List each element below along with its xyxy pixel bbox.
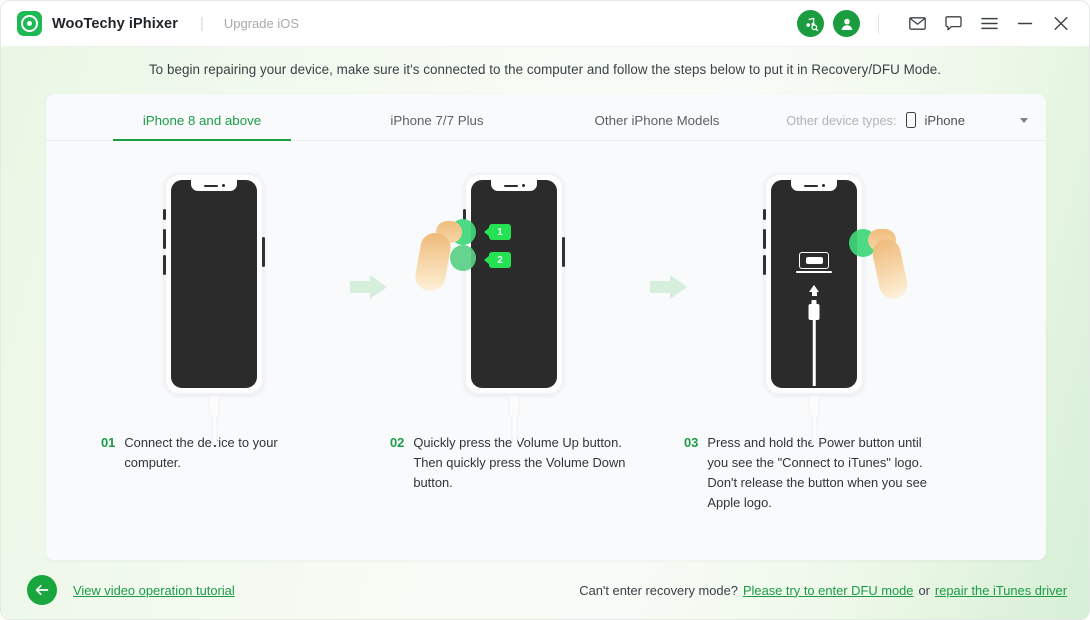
step-3-text: Press and hold the Power button until yo… — [707, 435, 927, 510]
back-arrow-icon[interactable] — [27, 575, 57, 605]
titlebar-actions — [788, 10, 1075, 38]
brand-area: WooTechy iPhixer | Upgrade iOS — [17, 11, 299, 36]
phixer-logo-icon — [17, 11, 42, 36]
steps-card: iPhone 8 and above iPhone 7/7 Plus Other… — [46, 94, 1046, 560]
upload-arrow-icon — [809, 285, 819, 296]
step-1: 01 Connect the device to your computer. — [64, 163, 387, 559]
chat-icon[interactable] — [939, 10, 967, 38]
device-type-selector[interactable]: Other device types: iPhone — [786, 112, 1046, 140]
step-3: 03 Press and hold the Power button until… — [664, 163, 964, 559]
lightning-cable-icon — [508, 395, 521, 445]
app-subtitle: Upgrade iOS — [223, 16, 300, 31]
dfu-mode-link[interactable]: Please try to enter DFU mode — [743, 583, 914, 598]
title-bar: WooTechy iPhixer | Upgrade iOS — [1, 1, 1089, 47]
volume-down-badge: 2 — [484, 252, 511, 268]
device-tabs: iPhone 8 and above iPhone 7/7 Plus Other… — [46, 94, 1046, 141]
cable-wire-graphic — [812, 320, 816, 386]
step-1-text: Connect the device to your computer. — [124, 435, 278, 470]
minimize-icon[interactable] — [1011, 10, 1039, 38]
title-separator: | — [199, 15, 204, 32]
step-2-illustration: 1 2 — [364, 163, 687, 445]
tab-other-iphone-models[interactable]: Other iPhone Models — [557, 113, 757, 140]
device-type-value: iPhone — [924, 112, 965, 128]
or-text: or — [918, 582, 930, 598]
titlebar-divider — [878, 13, 879, 34]
device-type-label: Other device types: — [786, 112, 897, 128]
video-tutorial-link[interactable]: View video operation tutorial — [73, 583, 235, 598]
tab-iphone-7-7-plus[interactable]: iPhone 7/7 Plus — [337, 113, 537, 140]
repair-itunes-driver-link[interactable]: repair the iTunes driver — [935, 583, 1067, 598]
volume-up-badge: 1 — [484, 224, 511, 240]
iphone-graphic — [163, 173, 265, 395]
hamburger-menu-icon[interactable] — [975, 10, 1003, 38]
user-account-icon[interactable] — [833, 10, 860, 37]
step-3-illustration — [664, 163, 964, 445]
step-1-illustration — [64, 163, 387, 445]
music-search-icon[interactable] — [797, 10, 824, 37]
footer-bar: View video operation tutorial Can't ente… — [1, 561, 1089, 619]
app-window: WooTechy iPhixer | Upgrade iOS To begin … — [0, 0, 1090, 620]
step-1-number: 01 — [101, 435, 116, 450]
close-icon[interactable] — [1047, 10, 1075, 38]
cable-plug-icon — [808, 300, 820, 320]
hand-pressing-volume-icon — [413, 219, 466, 294]
step-2: 1 2 02 Quickly press the Volume Up butto… — [364, 163, 687, 559]
chevron-down-icon[interactable] — [1020, 117, 1028, 123]
app-title: WooTechy iPhixer — [52, 15, 178, 32]
steps-row: 01 Connect the device to your computer. … — [46, 141, 1046, 559]
connect-to-itunes-laptop-icon — [796, 252, 832, 273]
step-3-caption: 03 Press and hold the Power button until… — [678, 433, 946, 513]
step-2-text: Quickly press the Volume Up button. Then… — [413, 435, 626, 490]
tab-iphone-8-and-above[interactable]: iPhone 8 and above — [91, 113, 313, 141]
recovery-help-area: Can't enter recovery mode? Please try to… — [579, 583, 1067, 598]
phone-icon — [905, 112, 916, 128]
lightning-cable-icon — [208, 395, 221, 445]
hand-pressing-power-icon — [864, 227, 910, 302]
mail-icon[interactable] — [903, 10, 931, 38]
lightning-cable-icon — [808, 395, 821, 445]
recovery-question-text: Can't enter recovery mode? — [579, 582, 738, 598]
instruction-headline: To begin repairing your device, make sur… — [148, 62, 942, 77]
step-2-number: 02 — [390, 435, 405, 450]
step-3-number: 03 — [684, 435, 699, 450]
iphone-graphic — [763, 173, 910, 395]
iphone-graphic: 1 2 — [413, 173, 565, 395]
